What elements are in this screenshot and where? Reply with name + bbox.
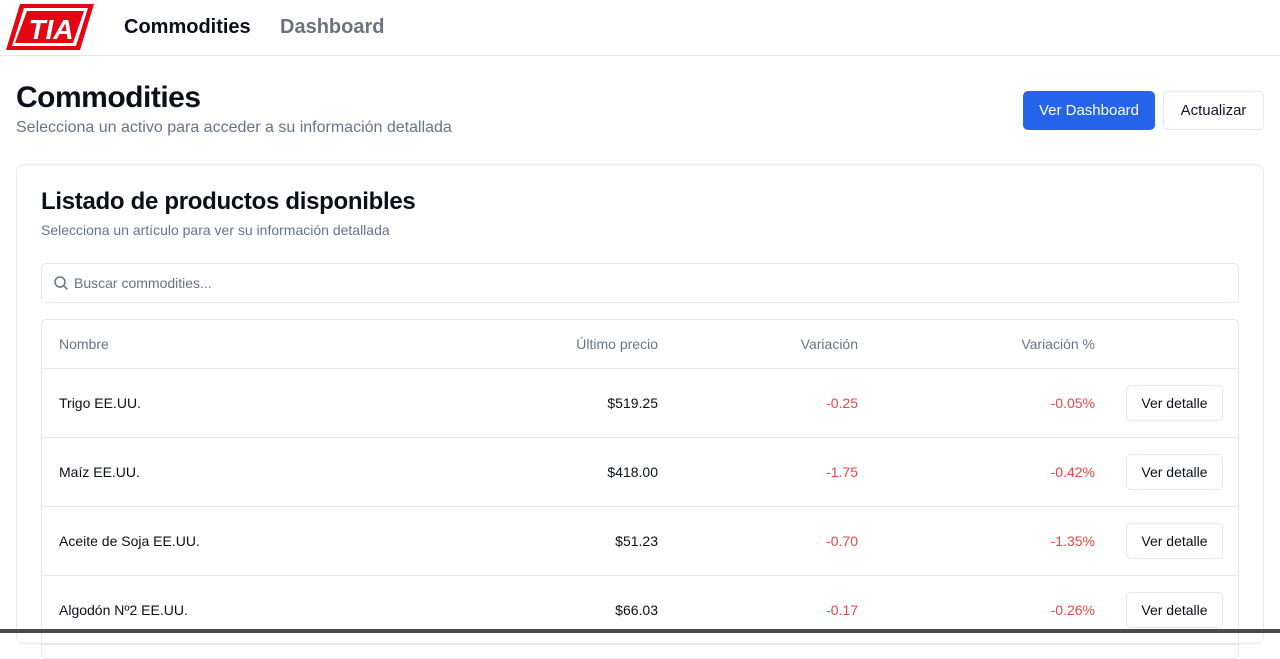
- row-change-pct: -0.26%: [1050, 602, 1095, 618]
- view-dashboard-button[interactable]: Ver Dashboard: [1023, 91, 1155, 130]
- commodities-table: Nombre Último precio Variación Variación…: [41, 319, 1239, 659]
- view-detail-button[interactable]: Ver detalle: [1126, 385, 1223, 421]
- row-change-pct: -0.42%: [1050, 464, 1095, 480]
- view-detail-button[interactable]: Ver detalle: [1126, 523, 1223, 559]
- row-name: Algodón Nº2 EE.UU.: [59, 602, 188, 618]
- window-bottom-edge: [0, 629, 1280, 633]
- row-change: -0.25: [826, 395, 858, 411]
- row-change: -0.17: [826, 602, 858, 618]
- refresh-button[interactable]: Actualizar: [1163, 91, 1264, 130]
- logo-text: TIA: [28, 14, 73, 45]
- column-header-name: Nombre: [59, 336, 109, 352]
- page-title: Commodities: [16, 81, 201, 114]
- view-detail-button[interactable]: Ver detalle: [1126, 592, 1223, 628]
- view-detail-button[interactable]: Ver detalle: [1126, 454, 1223, 490]
- table-row: Algodón Nº2 EE.UU. $66.03 -0.17 -0.26% V…: [42, 576, 1238, 645]
- row-change: -0.70: [826, 533, 858, 549]
- column-header-last-price: Último precio: [576, 336, 658, 352]
- row-change-pct: -1.35%: [1050, 533, 1095, 549]
- row-change-pct: -0.05%: [1050, 395, 1095, 411]
- row-name: Trigo EE.UU.: [59, 395, 141, 411]
- row-price: $51.23: [615, 533, 658, 549]
- row-price: $66.03: [615, 602, 658, 618]
- table-header: Nombre Último precio Variación Variación…: [42, 320, 1238, 369]
- search-input[interactable]: [74, 265, 1224, 301]
- nav-link-commodities[interactable]: Commodities: [124, 15, 251, 39]
- card-subtitle: Selecciona un artículo para ver su infor…: [41, 222, 390, 238]
- search-box: [41, 263, 1239, 303]
- row-name: Aceite de Soja EE.UU.: [59, 533, 200, 549]
- card-title: Listado de productos disponibles: [41, 188, 416, 215]
- nav-link-dashboard[interactable]: Dashboard: [280, 15, 384, 39]
- row-change: -1.75: [826, 464, 858, 480]
- table-row: Maíz EE.UU. $418.00 -1.75 -0.42% Ver det…: [42, 438, 1238, 507]
- products-card: Listado de productos disponibles Selecci…: [16, 164, 1264, 659]
- tia-logo[interactable]: TIA: [6, 3, 94, 51]
- search-icon: [54, 276, 68, 290]
- top-navigation: TIA Commodities Dashboard: [0, 0, 1280, 56]
- table-row: Trigo EE.UU. $519.25 -0.25 -0.05% Ver de…: [42, 369, 1238, 438]
- row-price: $519.25: [607, 395, 658, 411]
- row-name: Maíz EE.UU.: [59, 464, 140, 480]
- row-price: $418.00: [607, 464, 658, 480]
- page-subtitle: Selecciona un activo para acceder a su i…: [16, 119, 452, 136]
- table-row: Aceite de Soja EE.UU. $51.23 -0.70 -1.35…: [42, 507, 1238, 576]
- column-header-change: Variación: [800, 336, 858, 352]
- column-header-change-pct: Variación %: [1021, 336, 1095, 352]
